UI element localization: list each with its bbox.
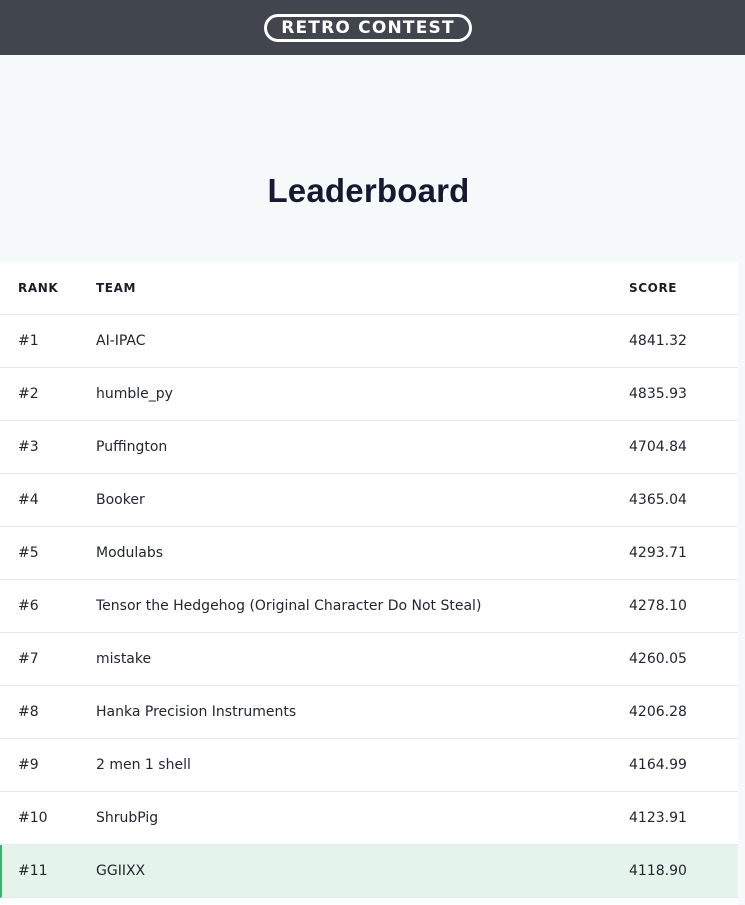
rank-cell: #4 [18, 492, 39, 508]
table-row: #10 ShrubPig 4123.91 [0, 792, 738, 845]
column-header-score[interactable]: SCORE [629, 281, 677, 295]
table-row: #5 Modulabs 4293.71 [0, 527, 738, 580]
team-cell: AI-IPAC [96, 333, 146, 349]
rank-cell: #9 [18, 757, 39, 773]
score-cell: 4835.93 [629, 386, 687, 402]
team-cell: GGIIXX [96, 863, 146, 879]
rank-cell: #6 [18, 598, 39, 614]
rank-cell: #10 [18, 810, 48, 826]
team-cell: Hanka Precision Instruments [96, 704, 297, 720]
rank-cell: #8 [18, 704, 39, 720]
score-cell: 4118.90 [629, 863, 687, 879]
team-cell: Puffington [96, 439, 168, 455]
page-title: Leaderboard [267, 172, 470, 209]
team-cell: ShrubPig [96, 810, 159, 826]
team-cell: humble_py [96, 386, 173, 402]
table-row: #9 2 men 1 shell 4164.99 [0, 739, 738, 792]
table-row-highlighted: #11 GGIIXX 4118.90 [0, 845, 738, 898]
team-cell: Tensor the Hedgehog (Original Character … [96, 598, 482, 614]
score-cell: 4123.91 [629, 810, 687, 826]
team-cell: Booker [96, 492, 145, 508]
score-cell: 4841.32 [629, 333, 687, 349]
score-cell: 4704.84 [629, 439, 687, 455]
score-cell: 4278.10 [629, 598, 687, 614]
table-row: #4 Booker 4365.04 [0, 474, 738, 527]
score-cell: 4164.99 [629, 757, 687, 773]
table-row: #6 Tensor the Hedgehog (Original Charact… [0, 580, 738, 633]
table-row: #3 Puffington 4704.84 [0, 421, 738, 474]
table-row: #8 Hanka Precision Instruments 4206.28 [0, 686, 738, 739]
rank-cell: #1 [18, 333, 39, 349]
score-cell: 4293.71 [629, 545, 687, 561]
table-row: #7 mistake 4260.05 [0, 633, 738, 686]
rank-cell: #3 [18, 439, 39, 455]
table-row: #1 AI-IPAC 4841.32 [0, 315, 738, 368]
hero-section [0, 55, 745, 262]
score-cell: 4365.04 [629, 492, 687, 508]
team-cell: 2 men 1 shell [96, 757, 191, 773]
top-nav-bar: RETRO CONTEST [0, 0, 745, 55]
column-header-team[interactable]: TEAM [96, 281, 136, 295]
score-cell: 4260.05 [629, 651, 687, 667]
table-header-row: RANK TEAM SCORE [0, 262, 738, 315]
leaderboard-table: RANK TEAM SCORE #1 AI-IPAC 4841.32 #2 hu… [0, 262, 738, 905]
rank-cell: #11 [18, 863, 48, 879]
score-cell: 4206.28 [629, 704, 687, 720]
table-row: #2 humble_py 4835.93 [0, 368, 738, 421]
rank-cell: #5 [18, 545, 39, 561]
rank-cell: #2 [18, 386, 39, 402]
team-cell: mistake [96, 651, 152, 667]
team-cell: Modulabs [96, 545, 164, 561]
column-header-rank[interactable]: RANK [18, 281, 58, 295]
retro-contest-logo[interactable]: RETRO CONTEST [264, 13, 472, 42]
rank-cell: #7 [18, 651, 39, 667]
